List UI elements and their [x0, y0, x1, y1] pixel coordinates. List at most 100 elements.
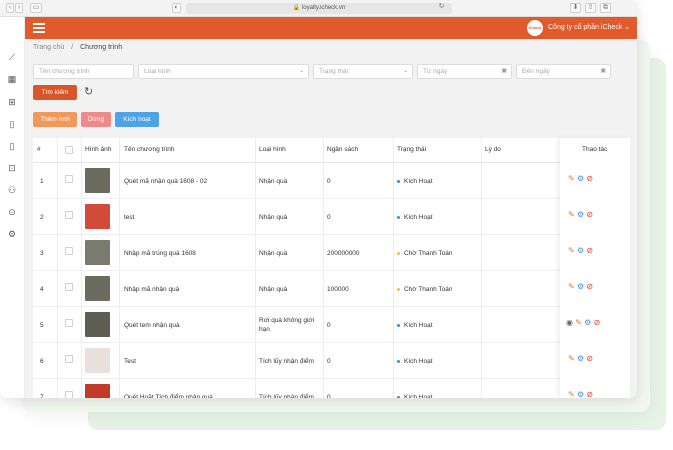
menu-icon[interactable]	[33, 23, 45, 33]
activate-button[interactable]: Kích hoạt	[115, 112, 159, 127]
gift-icon[interactable]: ⊡	[7, 163, 17, 173]
settings-icon[interactable]: ⚙	[577, 390, 584, 398]
breadcrumb-home[interactable]: Trang chủ	[33, 44, 64, 51]
program-budget: 200000000	[327, 250, 360, 257]
status-select[interactable]: Trạng thái ⌄	[313, 64, 413, 79]
back-icon[interactable]: ‹	[6, 3, 14, 13]
row-checkbox[interactable]	[65, 355, 73, 363]
edit-icon[interactable]: ✎	[568, 354, 575, 363]
ban-icon[interactable]: ⊘	[586, 282, 593, 291]
users-icon[interactable]: ⚇	[7, 185, 17, 195]
ban-icon[interactable]: ⊘	[586, 390, 593, 398]
row-checkbox[interactable]	[65, 391, 73, 398]
row-actions: ✎ ⚙ ⊘	[568, 246, 593, 255]
program-name[interactable]: Quét Hoặt Tích điểm nhận quà	[124, 394, 213, 398]
settings-icon[interactable]: ⚙	[577, 246, 584, 255]
header-type: Loại hình	[259, 146, 286, 153]
header-name: Tên chương trình	[124, 146, 175, 153]
status-badge: Kích Hoạt	[397, 322, 433, 329]
programs-table: # Hình ảnh Tên chương trình Loại hình Ng…	[33, 138, 630, 398]
row-actions: ✎ ⚙ ⊘	[568, 282, 593, 291]
program-thumbnail	[85, 204, 110, 229]
apps-icon[interactable]: ⊞	[7, 97, 17, 107]
status-text: Kích Hoạt	[404, 178, 433, 185]
settings-icon[interactable]: ⚙	[577, 354, 584, 363]
edit-icon[interactable]: ✎	[568, 210, 575, 219]
settings-icon[interactable]: ⚙	[584, 318, 591, 327]
program-type: Tích lũy nhận điểm	[259, 358, 314, 365]
settings-icon[interactable]: ⚙	[7, 229, 17, 239]
program-name[interactable]: Nhập mã trúng quà 1608	[124, 250, 196, 257]
status-badge: Chờ Thanh Toán	[397, 286, 452, 293]
status-dot	[397, 323, 400, 327]
row-checkbox[interactable]	[65, 283, 73, 291]
share-icon[interactable]: ⇧	[585, 3, 596, 13]
company-dropdown[interactable]: Công ty cổ phần iCheck ⌄	[548, 23, 630, 31]
ban-icon[interactable]: ⊘	[586, 210, 593, 219]
edit-icon[interactable]: ✎	[568, 390, 575, 398]
program-name[interactable]: Quét mã nhận quà 1608 - 02	[124, 178, 207, 185]
ban-icon[interactable]: ⊘	[594, 318, 601, 327]
table-row[interactable]: 6 Test Tích lũy nhận điểm 0 Kích Hoạt	[33, 343, 630, 379]
chevron-down-icon: ⌄	[402, 68, 408, 74]
table-row[interactable]: 4 Nhập mã nhận quà Nhận quà 100000 Chờ Thanh…	[33, 271, 630, 307]
ban-icon[interactable]: ⊘	[586, 174, 593, 183]
address-bar[interactable]: 🔒 loyalty.icheck.vn	[186, 3, 452, 14]
program-name-input[interactable]: Tên chương trình	[33, 64, 134, 79]
sidebar-toggle-icon[interactable]: ▭	[30, 3, 42, 13]
program-budget: 0	[327, 394, 331, 398]
table-row[interactable]: 2 test Nhận quà 0 Kích Hoạt	[33, 199, 630, 235]
forward-icon[interactable]: ›	[15, 3, 23, 13]
edit-icon[interactable]: ✎	[568, 246, 575, 255]
settings-icon[interactable]: ⚙	[577, 282, 584, 291]
table-row[interactable]: 1 Quét mã nhận quà 1608 - 02 Nhận quà 0 Kích…	[33, 163, 630, 199]
ban-icon[interactable]: ⊘	[586, 354, 593, 363]
status-badge: Kích Hoạt	[397, 214, 433, 221]
program-type: Nhận quà	[259, 178, 288, 185]
download-icon[interactable]: ⬇	[570, 3, 581, 13]
settings-icon[interactable]: ⚙	[577, 210, 584, 219]
tabs-icon[interactable]: ⧉	[600, 3, 611, 13]
edit-icon[interactable]: ✎	[568, 174, 575, 183]
add-button[interactable]: Thêm mới	[33, 112, 77, 127]
program-name[interactable]: test	[124, 214, 134, 221]
view-icon[interactable]: ◉	[566, 318, 573, 327]
type-select[interactable]: Loại hình ⌄	[138, 64, 309, 79]
coin-icon[interactable]: ⊙	[7, 207, 17, 217]
row-checkbox[interactable]	[65, 247, 73, 255]
shield-icon[interactable]: ◐	[172, 3, 181, 13]
table-row[interactable]: 5 Quét tem nhận quà Rơi quà không giới hạn 0…	[33, 307, 630, 343]
dashboard-icon[interactable]: ▦	[7, 74, 17, 84]
table-row[interactable]: 3 Nhập mã trúng quà 1608 Nhận quà 200000000…	[33, 235, 630, 271]
ban-icon[interactable]: ⊘	[586, 246, 593, 255]
table-row[interactable]: 7 Quét Hoặt Tích điểm nhận quà Tích lũy nh…	[33, 379, 630, 398]
search-button[interactable]: Tìm kiếm	[33, 85, 77, 100]
program-name[interactable]: Quét tem nhận quà	[124, 322, 180, 329]
calendar-icon: ▣	[501, 68, 507, 74]
edit-icon[interactable]: ✎	[575, 318, 582, 327]
file-icon[interactable]: ▯	[7, 141, 17, 151]
edit-icon[interactable]: ✎	[568, 282, 575, 291]
row-checkbox[interactable]	[65, 211, 73, 219]
status-dot	[397, 251, 400, 255]
to-date-input[interactable]: Đến ngày ▣	[516, 64, 611, 79]
chart-line-icon[interactable]: ⟋	[7, 52, 17, 62]
type-placeholder: Loại hình	[144, 68, 171, 75]
to-date-placeholder: Đến ngày	[522, 68, 550, 75]
row-checkbox[interactable]	[65, 175, 73, 183]
row-index: 4	[40, 286, 44, 293]
status-badge: Kích Hoạt	[397, 178, 433, 185]
program-name[interactable]: Nhập mã nhận quà	[124, 286, 179, 293]
program-name[interactable]: Test	[124, 358, 136, 365]
row-checkbox[interactable]	[65, 319, 73, 327]
document-icon[interactable]: ▯	[7, 119, 17, 129]
status-text: Chờ Thanh Toán	[404, 250, 453, 257]
refresh-icon[interactable]: ↻	[84, 86, 93, 98]
from-date-input[interactable]: Từ ngày ▣	[417, 64, 512, 79]
select-all-checkbox[interactable]	[65, 146, 73, 154]
program-budget: 0	[327, 178, 331, 185]
stop-button[interactable]: Dừng	[81, 112, 111, 127]
settings-icon[interactable]: ⚙	[577, 174, 584, 183]
program-thumbnail	[85, 276, 110, 301]
reload-icon[interactable]: ↻	[437, 3, 446, 13]
